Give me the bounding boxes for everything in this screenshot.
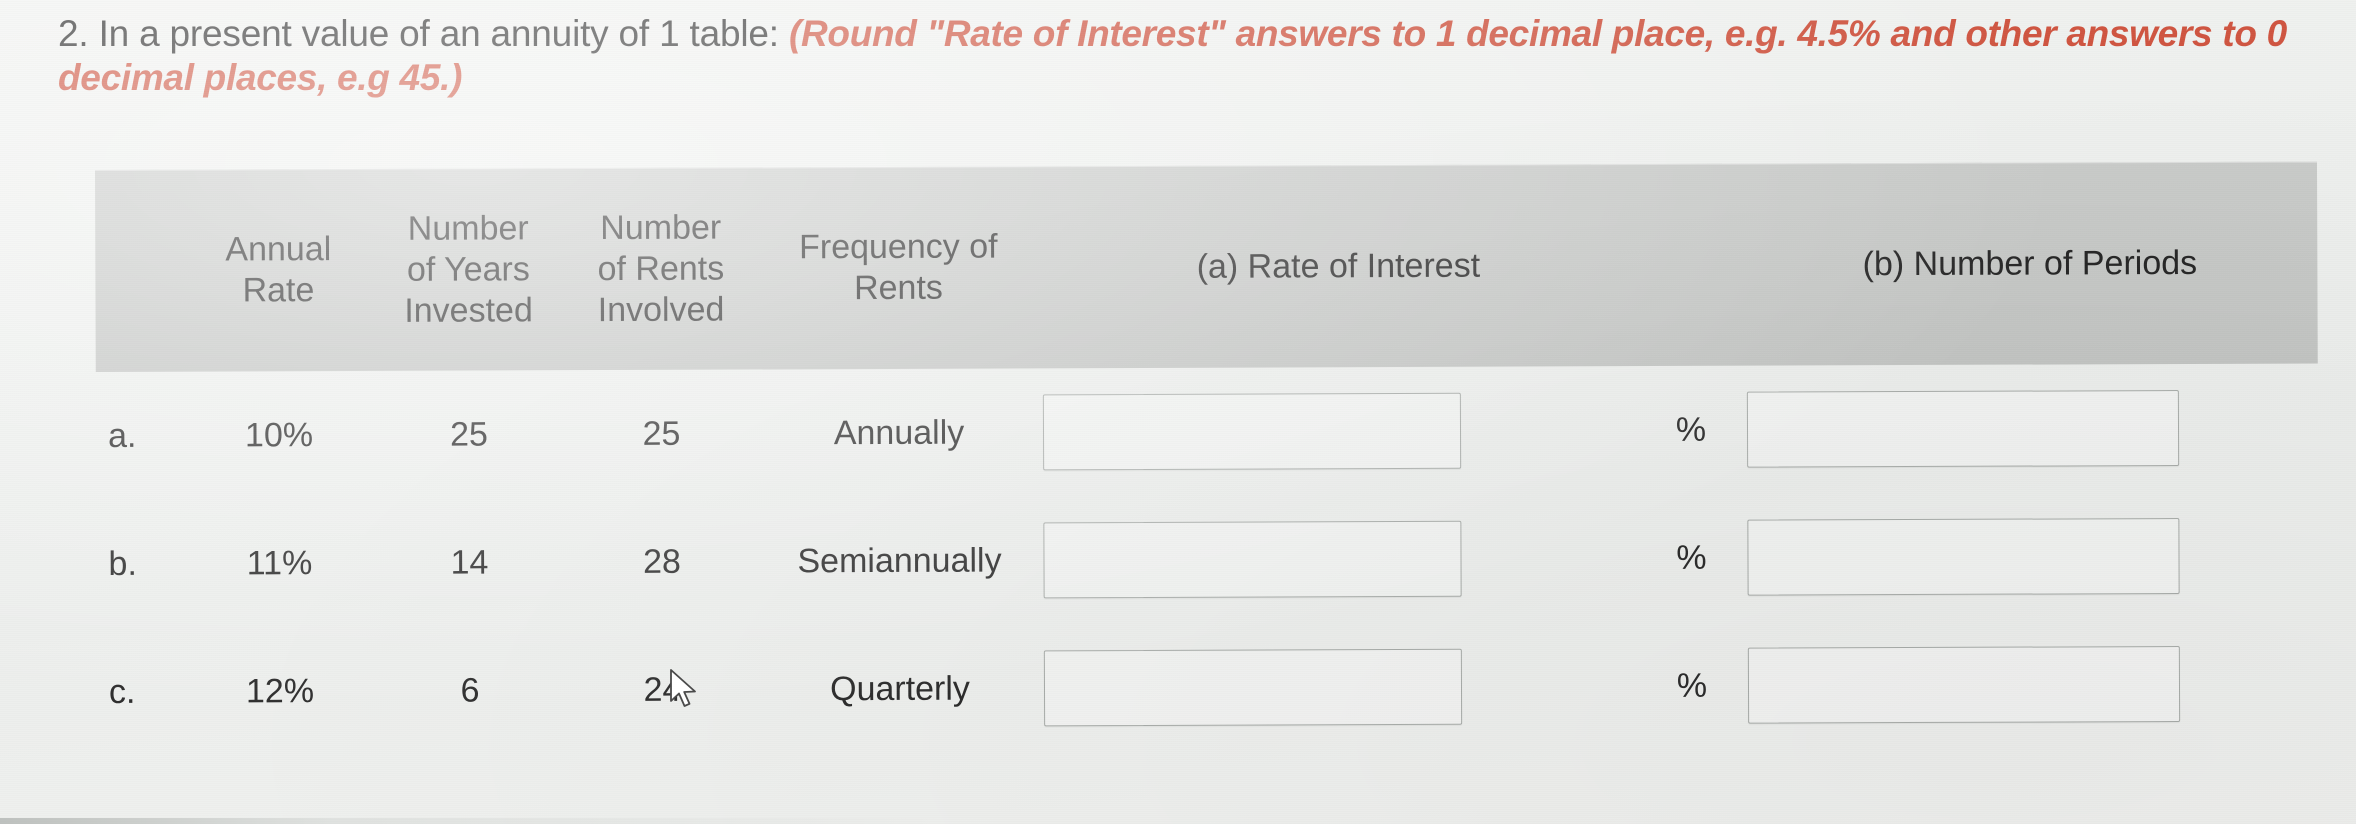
rate-of-interest-input-c[interactable]	[1043, 648, 1463, 727]
cell-number-of-periods-a	[1743, 389, 2318, 468]
percent-symbol-c: %	[1676, 666, 1708, 705]
screenshot-canvas: 2. In a present value of an annuity of 1…	[0, 0, 2356, 824]
percent-symbol-a: %	[1675, 410, 1707, 449]
percent-symbol-b: %	[1676, 538, 1707, 577]
number-of-periods-input-a[interactable]	[1746, 390, 2180, 468]
cell-frequency-a: Annually	[833, 413, 965, 452]
cell-rate-of-interest-b	[1039, 520, 1639, 599]
cell-rents-involved-c: 24	[643, 670, 682, 709]
cell-annual-rate-a: 10%	[244, 415, 314, 454]
column-header-annual-rate-line1: Annual	[225, 230, 332, 269]
table-row: a. 10% 25 25 Annually %	[96, 363, 2318, 500]
rate-of-interest-input-a[interactable]	[1042, 392, 1462, 471]
table-row: c. 12% 6 24 Quarterly %	[97, 619, 2319, 756]
cell-years-invested-c: 6	[460, 671, 480, 710]
column-header-annual-rate: Annual Rate	[183, 229, 373, 312]
question-prompt: 2. In a present value of an annuity of 1…	[58, 12, 2318, 100]
column-header-years-invested-line2: of Years	[406, 249, 530, 289]
cell-number-of-periods-c	[1744, 645, 2319, 724]
cell-rate-of-interest-a	[1039, 392, 1639, 471]
cell-number-of-periods-b	[1743, 517, 2318, 596]
number-of-periods-input-c[interactable]	[1747, 645, 2181, 724]
annuity-table: Annual Rate Number of Years Invested Num…	[95, 161, 2319, 756]
table-header-row: Annual Rate Number of Years Invested Num…	[95, 161, 2318, 372]
cell-years-invested-b: 14	[450, 542, 489, 582]
cell-annual-rate-b: 11%	[246, 543, 313, 582]
row-label-b: b.	[108, 544, 137, 583]
column-header-rents-involved-line3: Involved	[597, 290, 725, 329]
row-label-a: a.	[107, 416, 137, 455]
column-header-years-invested-line1: Number	[407, 208, 529, 248]
column-header-rents-involved-line2: of Rents	[597, 249, 725, 288]
column-header-years-invested-line3: Invested	[404, 290, 533, 330]
column-header-years-invested: Number of Years Invested	[373, 208, 563, 332]
cell-annual-rate-c: 12%	[245, 671, 315, 710]
column-header-annual-rate-line2: Rate	[242, 271, 315, 310]
cell-rate-of-interest-c	[1040, 648, 1640, 727]
table-row: b. 11% 14 28 Semiannually %	[96, 491, 2318, 628]
number-of-periods-input-b[interactable]	[1747, 517, 2180, 596]
table-body: a. 10% 25 25 Annually % b. 11% 14 28 Sem…	[96, 363, 2319, 756]
column-header-frequency-line1: Frequency of	[798, 227, 998, 267]
cell-years-invested-a: 25	[450, 414, 488, 454]
cell-rents-involved-a: 25	[642, 414, 681, 453]
column-header-frequency: Frequency of Rents	[758, 226, 1038, 309]
cell-rents-involved-b: 28	[643, 542, 681, 581]
question-number: 2.	[58, 13, 89, 54]
column-header-rate-of-interest: (a) Rate of Interest	[1196, 246, 1481, 286]
cell-frequency-c: Quarterly	[830, 669, 970, 708]
cell-frequency-b: Semiannually	[797, 541, 1002, 580]
column-header-frequency-line2: Rents	[853, 268, 943, 308]
question-text: In a present value of an annuity of 1 ta…	[98, 13, 779, 54]
column-header-rents-involved-line1: Number	[600, 208, 722, 247]
column-header-number-of-periods: (b) Number of Periods	[1862, 243, 2198, 283]
row-label-c: c.	[108, 672, 136, 711]
column-header-rents-involved: Number of Rents Involved	[563, 207, 758, 331]
rate-of-interest-input-b[interactable]	[1043, 520, 1462, 599]
